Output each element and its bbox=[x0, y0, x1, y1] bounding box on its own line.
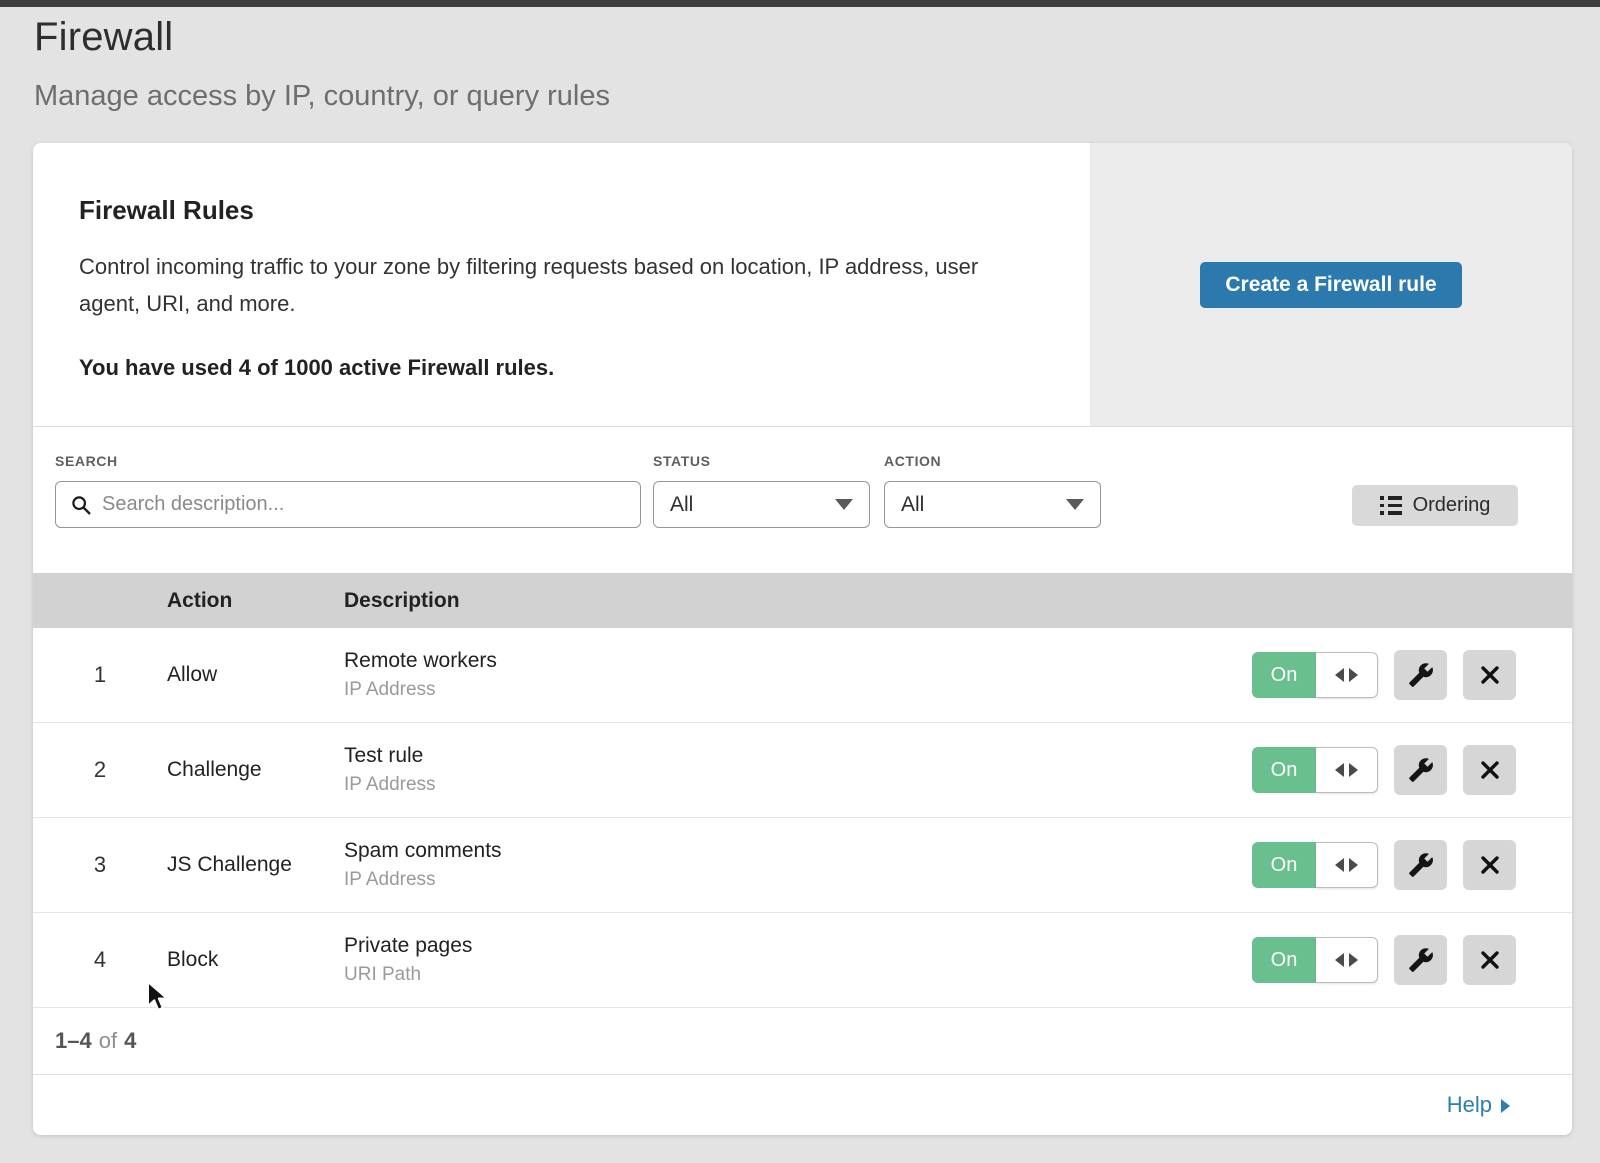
firewall-page: Firewall Manage access by IP, country, o… bbox=[0, 0, 1600, 1163]
rule-type: IP Address bbox=[344, 869, 1252, 891]
panel-description: Control incoming traffic to your zone by… bbox=[79, 248, 1010, 322]
edit-rule-button[interactable] bbox=[1394, 840, 1447, 890]
close-icon bbox=[1478, 758, 1502, 782]
rule-priority: 3 bbox=[33, 852, 167, 878]
page-header: Firewall Manage access by IP, country, o… bbox=[0, 7, 1600, 113]
rule-enabled-toggle[interactable]: On bbox=[1252, 747, 1378, 793]
chevron-down-icon bbox=[1066, 499, 1084, 510]
create-rule-panel: Create a Firewall rule bbox=[1090, 143, 1572, 426]
help-link-label: Help bbox=[1447, 1092, 1492, 1118]
toggle-on-label: On bbox=[1252, 747, 1316, 793]
panel-title: Firewall Rules bbox=[79, 195, 1010, 226]
rule-action: Block bbox=[167, 948, 344, 972]
create-firewall-rule-button[interactable]: Create a Firewall rule bbox=[1200, 262, 1461, 308]
rule-enabled-toggle[interactable]: On bbox=[1252, 652, 1378, 698]
rule-description: Private pages bbox=[344, 934, 1252, 958]
rule-priority: 4 bbox=[33, 947, 167, 973]
rule-controls: On bbox=[1252, 935, 1572, 985]
rule-description: Remote workers bbox=[344, 649, 1252, 673]
status-select[interactable]: All bbox=[653, 481, 870, 528]
ordered-list-icon bbox=[1380, 496, 1402, 515]
description-column-header: Description bbox=[344, 589, 1572, 613]
pagination: 1–4 of 4 bbox=[33, 1008, 1572, 1075]
left-right-arrows-icon bbox=[1316, 652, 1378, 698]
rule-description: Spam comments bbox=[344, 839, 1252, 863]
rule-action: Challenge bbox=[167, 758, 344, 782]
firewall-rules-card: Firewall Rules Control incoming traffic … bbox=[33, 143, 1572, 1135]
ordering-button[interactable]: Ordering bbox=[1352, 485, 1518, 526]
table-row: 2 Challenge Test rule IP Address On bbox=[33, 723, 1572, 818]
close-icon bbox=[1478, 948, 1502, 972]
search-label: SEARCH bbox=[55, 453, 118, 469]
toggle-on-label: On bbox=[1252, 842, 1316, 888]
search-field-wrap bbox=[55, 481, 641, 528]
status-select-value: All bbox=[670, 493, 693, 517]
chevron-right-icon bbox=[1501, 1099, 1510, 1113]
rule-enabled-toggle[interactable]: On bbox=[1252, 842, 1378, 888]
rule-type: IP Address bbox=[344, 679, 1252, 701]
ordering-button-label: Ordering bbox=[1413, 494, 1491, 517]
wrench-icon bbox=[1408, 947, 1434, 973]
left-right-arrows-icon bbox=[1316, 937, 1378, 983]
intro-section: Firewall Rules Control incoming traffic … bbox=[33, 143, 1572, 427]
rule-controls: On bbox=[1252, 840, 1572, 890]
filters-bar: SEARCH STATUS ACTION All All bbox=[33, 427, 1572, 573]
action-label: ACTION bbox=[884, 453, 941, 469]
wrench-icon bbox=[1408, 852, 1434, 878]
delete-rule-button[interactable] bbox=[1463, 840, 1516, 890]
edit-rule-button[interactable] bbox=[1394, 935, 1447, 985]
table-row: 1 Allow Remote workers IP Address On bbox=[33, 628, 1572, 723]
edit-rule-button[interactable] bbox=[1394, 650, 1447, 700]
rule-description: Test rule bbox=[344, 744, 1252, 768]
left-right-arrows-icon bbox=[1316, 842, 1378, 888]
action-column-header: Action bbox=[167, 589, 344, 613]
delete-rule-button[interactable] bbox=[1463, 745, 1516, 795]
rule-controls: On bbox=[1252, 650, 1572, 700]
table-header: Action Description bbox=[33, 573, 1572, 628]
action-select[interactable]: All bbox=[884, 481, 1101, 528]
pagination-of: of bbox=[99, 1028, 117, 1054]
page-subtitle: Manage access by IP, country, or query r… bbox=[34, 80, 1600, 113]
toggle-on-label: On bbox=[1252, 937, 1316, 983]
action-select-value: All bbox=[901, 493, 924, 517]
rule-priority: 2 bbox=[33, 757, 167, 783]
pagination-range: 1–4 bbox=[55, 1028, 92, 1054]
chevron-down-icon bbox=[835, 499, 853, 510]
left-right-arrows-icon bbox=[1316, 747, 1378, 793]
usage-note: You have used 4 of 1000 active Firewall … bbox=[79, 355, 1010, 381]
page-title: Firewall bbox=[34, 15, 1600, 60]
help-link[interactable]: Help bbox=[1447, 1092, 1510, 1118]
rule-type: URI Path bbox=[344, 964, 1252, 986]
wrench-icon bbox=[1408, 757, 1434, 783]
rule-controls: On bbox=[1252, 745, 1572, 795]
window-top-strip bbox=[0, 0, 1600, 7]
search-input[interactable] bbox=[102, 493, 626, 516]
delete-rule-button[interactable] bbox=[1463, 935, 1516, 985]
table-row: 3 JS Challenge Spam comments IP Address … bbox=[33, 818, 1572, 913]
rule-action: JS Challenge bbox=[167, 853, 344, 877]
rule-priority: 1 bbox=[33, 662, 167, 688]
search-icon bbox=[70, 494, 92, 516]
status-label: STATUS bbox=[653, 453, 711, 469]
pagination-total: 4 bbox=[124, 1028, 136, 1054]
delete-rule-button[interactable] bbox=[1463, 650, 1516, 700]
close-icon bbox=[1478, 663, 1502, 687]
toggle-on-label: On bbox=[1252, 652, 1316, 698]
card-footer: Help bbox=[33, 1075, 1572, 1135]
edit-rule-button[interactable] bbox=[1394, 745, 1447, 795]
rule-type: IP Address bbox=[344, 774, 1252, 796]
wrench-icon bbox=[1408, 662, 1434, 688]
table-row: 4 Block Private pages URI Path On bbox=[33, 913, 1572, 1008]
rule-enabled-toggle[interactable]: On bbox=[1252, 937, 1378, 983]
rule-action: Allow bbox=[167, 663, 344, 687]
intro-text-panel: Firewall Rules Control incoming traffic … bbox=[33, 143, 1090, 426]
close-icon bbox=[1478, 853, 1502, 877]
